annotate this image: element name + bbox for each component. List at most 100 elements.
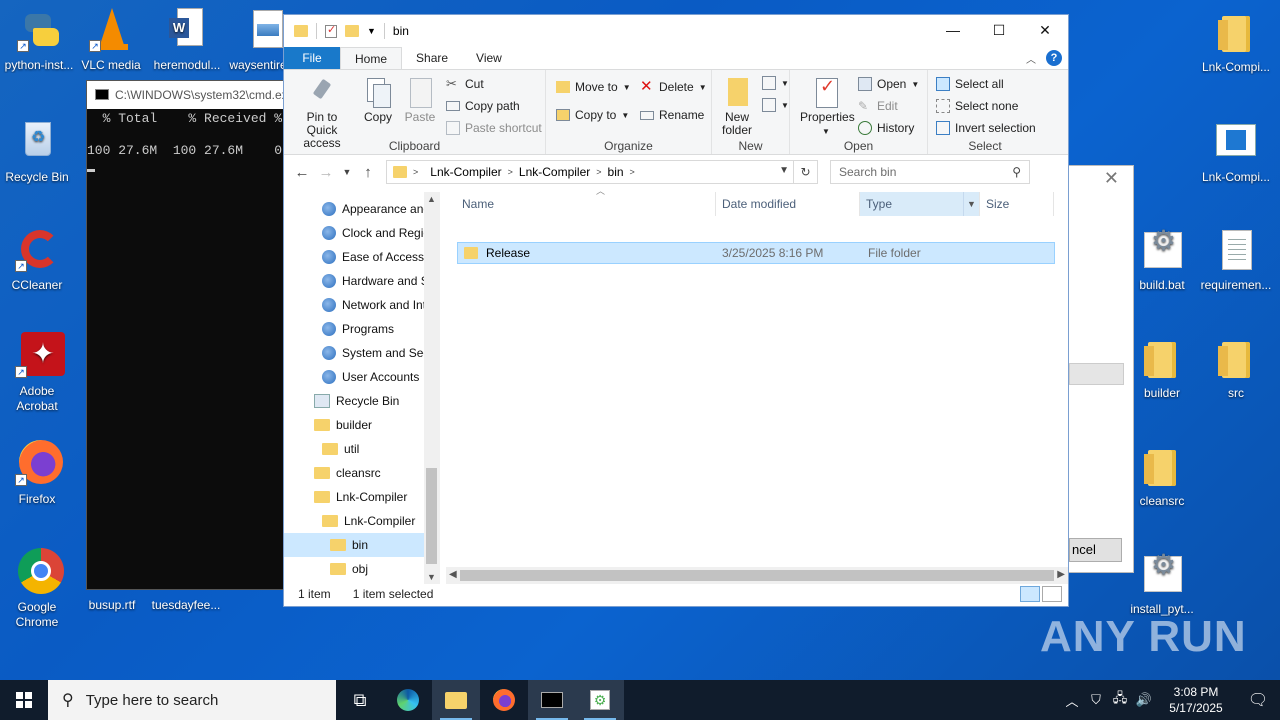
desktop-icon-build-bat[interactable]: build.bat bbox=[1123, 226, 1201, 293]
nav-item[interactable]: obj bbox=[284, 557, 439, 581]
scroll-right-icon[interactable]: ▶ bbox=[1057, 569, 1065, 580]
nav-item[interactable]: Network and Internet bbox=[284, 293, 439, 317]
new-folder-button[interactable]: New folder bbox=[716, 76, 758, 137]
tab-share[interactable]: Share bbox=[402, 47, 462, 69]
desktop-icon-word-doc[interactable]: W heremodul... bbox=[148, 6, 226, 73]
scroll-up-icon[interactable]: ▲ bbox=[424, 194, 439, 204]
desktop-icon-rtf-file[interactable]: busup.rtf bbox=[73, 598, 151, 613]
edge-icon[interactable] bbox=[384, 680, 432, 720]
volume-icon[interactable]: 🔊 bbox=[1132, 692, 1156, 708]
nav-item[interactable]: util bbox=[284, 437, 439, 461]
chevron-up-icon[interactable]: ︿ bbox=[1060, 691, 1084, 710]
desktop-icon-lnk-compiler-folder[interactable]: Lnk-Compi... bbox=[1197, 8, 1275, 75]
large-icons-view-icon[interactable] bbox=[1042, 586, 1062, 602]
network-icon[interactable]: 🖧 bbox=[1108, 689, 1132, 711]
paste-button[interactable]: Paste bbox=[402, 76, 438, 124]
desktop-icon-requirements[interactable]: requiremen... bbox=[1197, 226, 1275, 293]
breadcrumb-item[interactable]: bin bbox=[602, 165, 630, 179]
scroll-down-icon[interactable]: ▼ bbox=[424, 572, 439, 582]
breadcrumb-separator-icon[interactable]: > bbox=[630, 167, 635, 177]
dialog-close-icon[interactable]: ✕ bbox=[1104, 168, 1119, 189]
customize-qat-chevron-icon[interactable]: ▼ bbox=[367, 26, 376, 36]
copy-button[interactable]: Copy bbox=[360, 76, 396, 124]
copy-to-button[interactable]: Copy to ▼ bbox=[556, 108, 629, 122]
details-view-icon[interactable] bbox=[1020, 586, 1040, 602]
address-bar[interactable]: > Lnk-Compiler > Lnk-Compiler > bin > ▼ … bbox=[386, 160, 818, 184]
address-dropdown-icon[interactable]: ▼ bbox=[779, 165, 789, 176]
installer-taskbar-icon[interactable]: ⚙ bbox=[576, 680, 624, 720]
nav-item[interactable]: bin bbox=[284, 533, 439, 557]
forward-arrow-icon[interactable]: → bbox=[314, 164, 338, 181]
breadcrumb-item[interactable]: Lnk-Compiler bbox=[424, 165, 507, 179]
desktop-icon-python-installer[interactable]: ↗ python-inst... bbox=[0, 6, 78, 73]
invert-selection-button[interactable]: Invert selection bbox=[936, 121, 1036, 135]
column-header-type[interactable]: Type ▼ bbox=[860, 192, 980, 216]
nav-item[interactable]: Lnk-Compiler bbox=[284, 509, 439, 533]
nav-scrollbar[interactable]: ▲ ▼ bbox=[424, 192, 439, 584]
background-dialog[interactable]: ✕ ncel bbox=[1068, 165, 1134, 573]
start-button[interactable] bbox=[0, 680, 48, 720]
nav-item[interactable]: Appearance and Personalization bbox=[284, 197, 439, 221]
nav-item[interactable]: Ease of Access bbox=[284, 245, 439, 269]
file-explorer-taskbar-icon[interactable] bbox=[432, 680, 480, 720]
file-row[interactable]: Release 3/25/2025 8:16 PM File folder bbox=[457, 242, 1055, 264]
properties-button[interactable]: ✓ Properties ▼ bbox=[800, 76, 855, 138]
close-button[interactable]: ✕ bbox=[1022, 15, 1068, 45]
edit-button[interactable]: ✎ Edit bbox=[858, 99, 898, 113]
tab-home[interactable]: Home bbox=[340, 47, 403, 69]
scroll-thumb[interactable] bbox=[426, 468, 437, 564]
nav-item[interactable]: Hardware and Sound bbox=[284, 269, 439, 293]
column-header-name[interactable]: Name bbox=[456, 192, 716, 216]
desktop-icon-ccleaner[interactable]: ↗ CCleaner bbox=[0, 226, 76, 293]
file-list-pane[interactable]: Name ︿ Date modified Type ▼ Size Release… bbox=[440, 186, 1068, 584]
nav-item[interactable]: Programs bbox=[284, 317, 439, 341]
desktop-icon-install-python[interactable]: install_pyt... bbox=[1123, 550, 1201, 617]
cmd-title-bar[interactable]: C:\WINDOWS\system32\cmd.exe bbox=[87, 81, 285, 109]
task-view-icon[interactable]: ⧉ bbox=[336, 680, 384, 720]
taskbar-search-box[interactable]: ⚲ Type here to search bbox=[48, 680, 336, 720]
collapse-ribbon-icon[interactable]: ︿ bbox=[1026, 51, 1036, 66]
select-none-button[interactable]: Select none bbox=[936, 99, 1018, 113]
new-item-button[interactable]: ▼ bbox=[762, 76, 789, 90]
file-explorer-window[interactable]: ▼ bin — ☐ ✕ File Home Share View ︿ ? Pin… bbox=[283, 14, 1069, 607]
open-button[interactable]: Open ▼ bbox=[858, 77, 919, 91]
notification-icon[interactable]: 🗨 bbox=[1236, 690, 1280, 710]
desktop-icon-src[interactable]: src bbox=[1197, 334, 1275, 401]
nav-item[interactable]: cleansrc bbox=[284, 461, 439, 485]
up-arrow-icon[interactable]: ↑ bbox=[356, 164, 380, 181]
cmd-window[interactable]: C:\WINDOWS\system32\cmd.exe % Total % Re… bbox=[86, 80, 286, 590]
history-button[interactable]: History bbox=[858, 121, 914, 135]
back-arrow-icon[interactable]: ← bbox=[290, 164, 314, 181]
navigation-pane[interactable]: Appearance and Personalization Clock and … bbox=[284, 192, 440, 584]
clock[interactable]: 3:08 PM 5/17/2025 bbox=[1156, 684, 1236, 716]
desktop-icon-vlc[interactable]: ↗ VLC media bbox=[72, 6, 150, 73]
help-icon[interactable]: ? bbox=[1046, 50, 1062, 66]
rename-button[interactable]: Rename bbox=[640, 108, 704, 122]
desktop-icon-cleansrc[interactable]: cleansrc bbox=[1123, 442, 1201, 509]
recent-locations-chevron-icon[interactable]: ▼ bbox=[338, 167, 356, 177]
desktop-icon-lnk-compiler-app[interactable]: Lnk-Compi... bbox=[1197, 118, 1275, 185]
dialog-cancel-button[interactable]: ncel bbox=[1069, 538, 1122, 562]
column-header-date[interactable]: Date modified bbox=[716, 192, 860, 216]
explorer-title-bar[interactable]: ▼ bin — ☐ ✕ bbox=[284, 15, 1068, 47]
search-input[interactable]: Search bin ⚲ bbox=[830, 160, 1030, 184]
column-header-size[interactable]: Size bbox=[980, 192, 1054, 216]
desktop-icon-firefox[interactable]: ↗ Firefox bbox=[0, 440, 76, 507]
desktop-icon-adobe-acrobat[interactable]: ✦ ↗ Adobe Acrobat bbox=[0, 332, 76, 414]
column-filter-chevron-icon[interactable]: ▼ bbox=[963, 192, 979, 216]
nav-item[interactable]: Clock and Region bbox=[284, 221, 439, 245]
scroll-thumb[interactable] bbox=[460, 570, 1054, 581]
paste-shortcut-button[interactable]: Paste shortcut bbox=[446, 121, 542, 135]
desktop-icon-google-chrome[interactable]: Google Chrome bbox=[0, 548, 76, 630]
nav-item[interactable]: Recycle Bin bbox=[284, 389, 439, 413]
desktop-icon-builder[interactable]: builder bbox=[1123, 334, 1201, 401]
nav-item[interactable]: System and Security bbox=[284, 341, 439, 365]
new-folder-quick-icon[interactable] bbox=[345, 25, 359, 37]
security-icon[interactable]: ⛉ bbox=[1084, 692, 1108, 708]
properties-quick-icon[interactable] bbox=[325, 23, 337, 38]
delete-button[interactable]: ✕ Delete ▼ bbox=[640, 79, 707, 94]
cmd-taskbar-icon[interactable] bbox=[528, 680, 576, 720]
maximize-button[interactable]: ☐ bbox=[976, 15, 1022, 45]
copy-path-button[interactable]: Copy path bbox=[446, 99, 520, 113]
move-to-button[interactable]: Move to ▼ bbox=[556, 80, 631, 94]
